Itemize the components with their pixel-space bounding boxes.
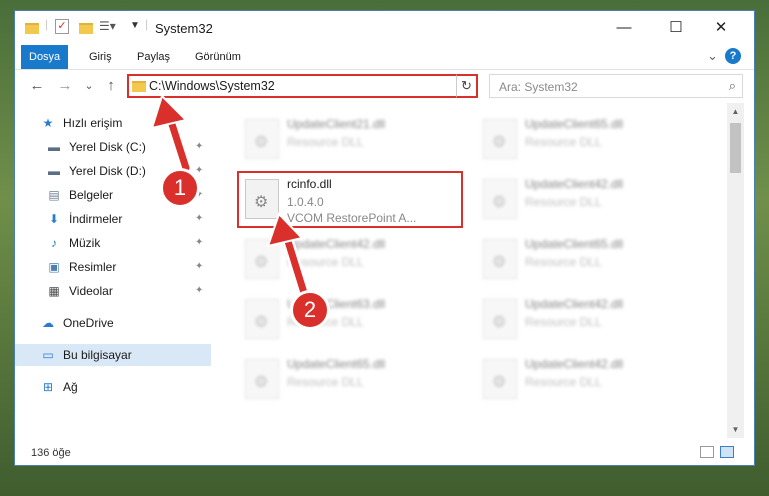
callout-badge-2: 2 xyxy=(290,290,330,330)
arrow-1-head xyxy=(150,94,188,130)
arrow-2-shaft xyxy=(283,234,309,300)
annotation-arrows xyxy=(150,94,311,302)
callout-badge-1: 1 xyxy=(160,168,200,208)
arrow-2-head xyxy=(266,212,304,248)
